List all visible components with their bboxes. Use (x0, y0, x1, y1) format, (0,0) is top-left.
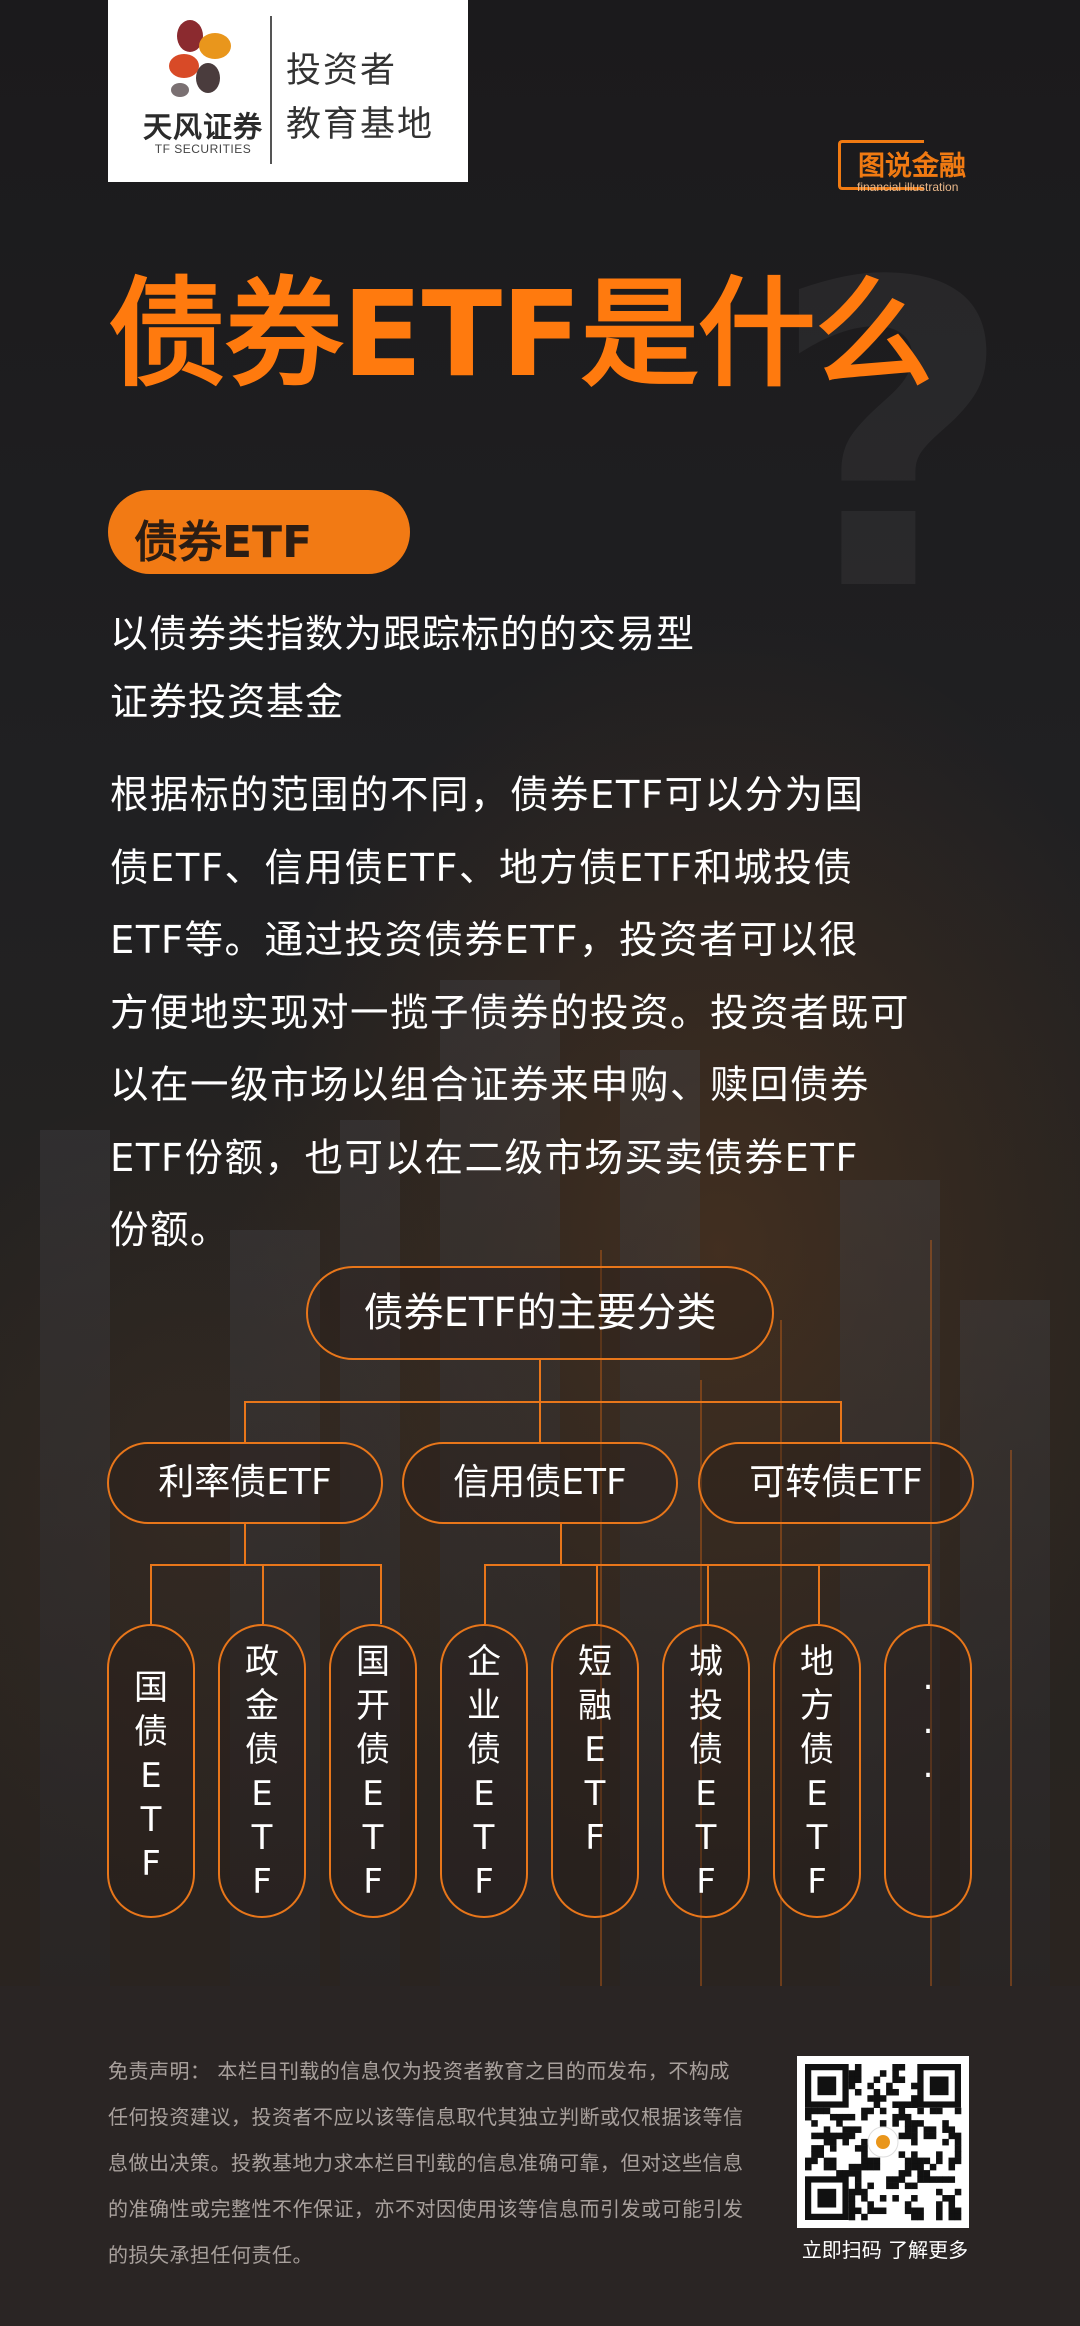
category-node-rate-bond: 利率债ETF (107, 1442, 383, 1524)
leaf-node-policy-bank: 政 金 债 E T F (218, 1624, 306, 1918)
body-line: 方便地实现对一揽子债券的投资。投资者既可 (110, 990, 911, 1036)
qr-caption: 立即扫码 了解更多 (801, 2238, 969, 2262)
bg-building (960, 1300, 1050, 1990)
body-line: 份额。 (110, 1208, 231, 1253)
page-title: 债券ETF是什么 (108, 265, 933, 403)
connector-line (818, 1564, 820, 1624)
disclaimer: 免责声明： 本栏目刊载的信息仅为投资者教育之目的而发布，不构成 任何投资建议，投… (108, 2048, 748, 2278)
bg-building (40, 1130, 110, 1990)
connector-line (244, 1401, 246, 1442)
section-pill-label: 债券ETF (134, 517, 313, 568)
leaf-label: 短 融 E T F (578, 1642, 612, 1858)
disclaimer-line: 的准确性或完整性不作保证，亦不对因使用该等信息而引发或可能引发 (108, 2197, 744, 2221)
connector-line (380, 1564, 382, 1624)
leaf-node-more: . . . (884, 1624, 972, 1918)
connector-line (539, 1360, 541, 1402)
leaf-label: 企 业 债 E T F (467, 1642, 501, 1902)
leaf-node-urban-investment: 城 投 债 E T F (662, 1624, 750, 1918)
leaf-node-local-government: 地 方 债 E T F (773, 1624, 861, 1918)
logo-tagline-line2: 教育基地 (286, 105, 435, 145)
badge-subtitle: financial illustration (857, 180, 959, 194)
leaf-node-treasury: 国 债 E T F (107, 1624, 195, 1918)
logo-name-cn: 天风证券 (142, 110, 263, 144)
connector-line (244, 1524, 246, 1566)
logo-tagline-line1: 投资者 (286, 51, 398, 91)
connector-line (560, 1524, 562, 1566)
disclaimer-line: 的损失承担任何责任。 (108, 2243, 313, 2267)
category-node-credit-bond: 信用债ETF (402, 1442, 678, 1524)
diagram-root-node: 债券ETF的主要分类 (306, 1266, 774, 1360)
leaf-node-corporate: 企 业 债 E T F (440, 1624, 528, 1918)
leaf-label: 国 债 E T F (134, 1668, 168, 1884)
disclaimer-line: 任何投资建议，投资者不应以该等信息取代其独立判断或仅根据该等信 (108, 2105, 744, 2129)
connector-line (484, 1564, 486, 1624)
qr-code-icon (805, 2064, 962, 2221)
disclaimer-line: 息做出决策。投教基地力求本栏目刊载的信息准确可靠，但对这些信息 (108, 2151, 744, 2175)
leaf-label: 城 投 债 E T F (689, 1642, 723, 1902)
logo-divider (270, 16, 272, 164)
connector-line (840, 1401, 842, 1442)
logo-panel: 天风证券 TF SECURITIES 投资者 教育基地 (108, 0, 468, 182)
leaf-node-cdb: 国 开 债 E T F (329, 1624, 417, 1918)
bg-chart-line (1010, 1450, 1012, 1990)
definition-line: 证券投资基金 (110, 680, 345, 724)
tf-securities-logo-icon (169, 20, 231, 97)
leaf-label: 地 方 债 E T F (800, 1642, 834, 1902)
connector-line (707, 1564, 709, 1624)
body-line: 以在一级市场以组合证券来申购、赎回债券 (110, 1063, 871, 1108)
definition-text: 以债券类指数为跟踪标的的交易型 证券投资基金 (110, 600, 990, 736)
body-paragraph: 根据标的范围的不同，债券ETF可以分为国 债ETF、信用债ETF、地方债ETF和… (110, 760, 986, 1268)
connector-line (150, 1564, 152, 1624)
badge-title: 图说金融 (858, 151, 966, 182)
connector-line (244, 1401, 842, 1403)
disclaimer-line: 免责声明： 本栏目刊载的信息仅为投资者教育之目的而发布，不构成 (108, 2059, 730, 2083)
connector-line (150, 1564, 382, 1566)
connector-line (539, 1401, 541, 1442)
poster: ? 天风证券 TF SECURITIES 投资者 教育基地 图说金融 finan… (0, 0, 1080, 2326)
tushuo-badge: 图说金融 financial illustration (838, 140, 973, 194)
leaf-label: 国 开 债 E T F (356, 1642, 390, 1902)
qr-code[interactable] (797, 2056, 969, 2228)
connector-line (928, 1564, 930, 1624)
leaf-label: 政 金 债 E T F (245, 1642, 279, 1902)
leaf-node-short-term: 短 融 E T F (551, 1624, 639, 1918)
section-pill: 债券ETF (108, 490, 410, 574)
body-line: 根据标的范围的不同，债券ETF可以分为国 (110, 773, 865, 818)
body-line: 债ETF、信用债ETF、地方债ETF和城投债 (110, 845, 854, 891)
connector-line (596, 1564, 598, 1624)
category-node-convertible-bond: 可转债ETF (698, 1442, 974, 1524)
leaf-label: . . . (922, 1658, 934, 1786)
body-line: ETF份额，也可以在二级市场买卖债券ETF (110, 1135, 859, 1181)
connector-line (262, 1564, 264, 1624)
logo-name-en: TF SECURITIES (154, 142, 252, 156)
body-line: ETF等。通过投资债券ETF，投资者可以很 (110, 918, 859, 963)
definition-line: 以债券类指数为跟踪标的的交易型 (110, 612, 696, 656)
